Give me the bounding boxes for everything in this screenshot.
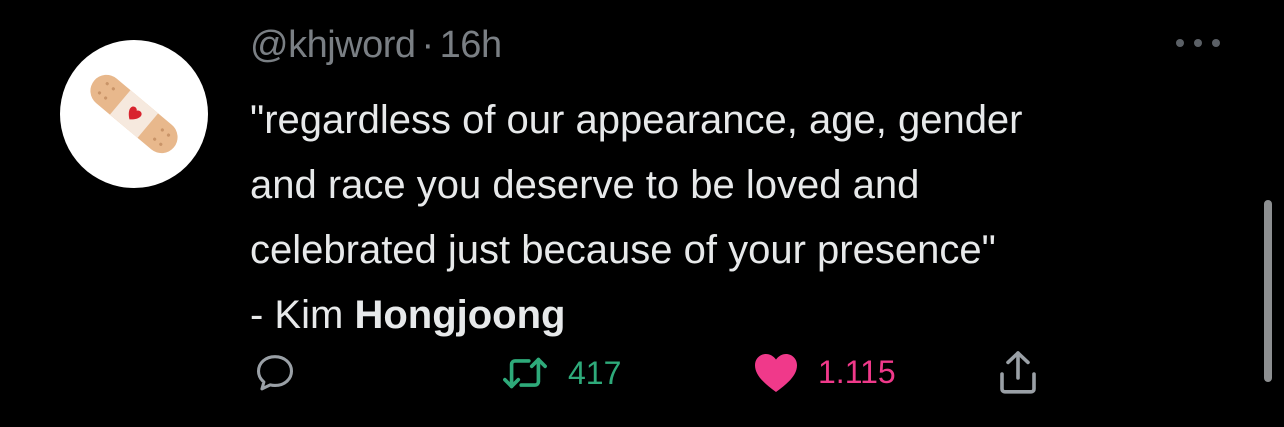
- more-dot-icon: [1176, 39, 1184, 47]
- tweet-line: "regardless of our appearance, age, gend…: [250, 98, 1023, 142]
- share-button[interactable]: [996, 348, 1040, 396]
- share-icon: [1000, 351, 1036, 394]
- more-options-button[interactable]: [1176, 28, 1220, 58]
- like-count: 1.115: [818, 353, 896, 390]
- timestamp[interactable]: 16h: [440, 24, 502, 66]
- more-dot-icon: [1212, 39, 1220, 47]
- user-handle[interactable]: @khjword: [250, 24, 416, 66]
- retweet-count: 417: [568, 354, 622, 391]
- separator: ·: [421, 24, 435, 66]
- tweet-attribution: - Kim Hongjoong: [250, 283, 1240, 348]
- reply-button[interactable]: [252, 350, 298, 396]
- scrollbar[interactable]: [1264, 200, 1272, 382]
- tweet-line: and race you deserve to be loved and: [250, 163, 920, 207]
- tweet-line: celebrated just because of your presence…: [250, 228, 996, 272]
- tweet-actions: 417 1.115: [0, 348, 1284, 398]
- bandage-icon: [90, 74, 178, 154]
- heart-icon: [755, 354, 797, 392]
- tweet-header: @khjword · 16h: [250, 24, 502, 67]
- avatar[interactable]: [60, 40, 208, 188]
- retweet-icon: [503, 357, 547, 389]
- reply-icon: [256, 355, 294, 391]
- attribution-name: Hongjoong: [354, 293, 566, 337]
- attribution-prefix: - Kim: [250, 293, 355, 337]
- more-dot-icon: [1194, 39, 1202, 47]
- tweet-text: "regardless of our appearance, age, gend…: [250, 88, 1240, 348]
- retweet-button[interactable]: 417: [500, 350, 621, 396]
- like-button[interactable]: 1.115: [752, 350, 896, 394]
